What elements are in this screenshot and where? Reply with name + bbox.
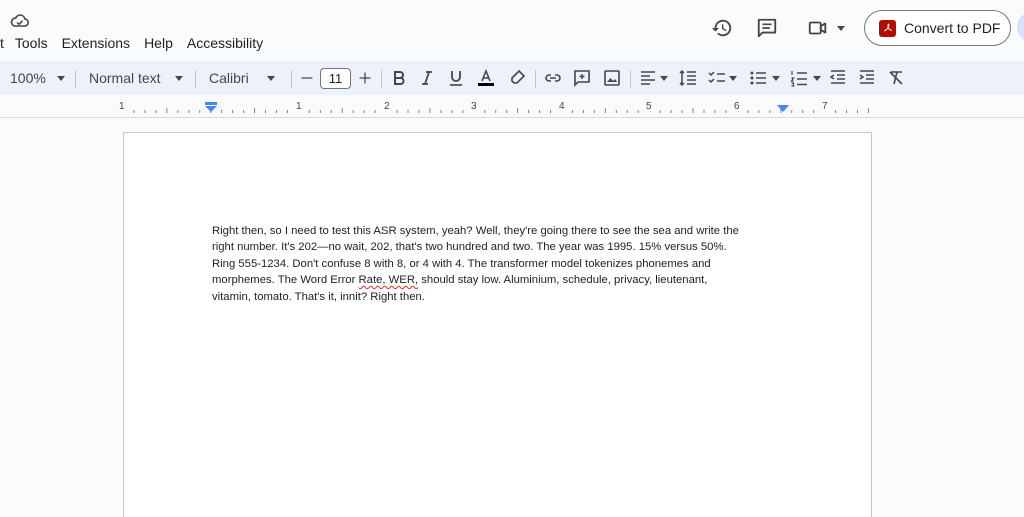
- chevron-down-icon: [837, 25, 845, 31]
- comment-icon: [757, 18, 777, 38]
- paragraph-line: Ring 555-1234. Don't confuse 8 with 8, o…: [212, 257, 711, 270]
- insert-comment-button[interactable]: [573, 61, 591, 95]
- toolbar-divider: [75, 70, 76, 88]
- pdf-icon: [879, 19, 896, 37]
- menu-item-extensions[interactable]: Extensions: [62, 34, 130, 52]
- ruler-number: 1: [119, 101, 125, 112]
- minus-icon: [301, 77, 313, 79]
- text-run: morphemes. The Word Error: [212, 274, 359, 287]
- ruler-number: 3: [471, 101, 477, 112]
- chevron-down-icon: [266, 75, 275, 81]
- link-icon: [545, 74, 561, 82]
- highlight-icon: [511, 69, 526, 84]
- insert-image-button[interactable]: [603, 61, 621, 95]
- decrease-font-size-button[interactable]: [300, 61, 314, 95]
- bold-button[interactable]: [390, 61, 408, 95]
- text-run: should stay low. Aluminium, schedule, pr…: [418, 274, 708, 287]
- menu-item-edit[interactable]: t: [0, 34, 4, 52]
- text-color-icon: [478, 69, 494, 86]
- line-spacing-button[interactable]: [679, 61, 697, 95]
- add-comment-icon: [574, 70, 590, 87]
- increase-indent-button[interactable]: [858, 61, 876, 95]
- text-color-button[interactable]: [477, 61, 495, 95]
- checklist-button[interactable]: [708, 61, 737, 95]
- increase-font-size-button[interactable]: [358, 61, 372, 95]
- numbered-list-button[interactable]: [790, 61, 821, 95]
- paragraph-line: morphemes. The Word Error Rate, WER, sho…: [212, 272, 788, 288]
- formatting-toolbar: 100% Normal text Calibri 11: [0, 61, 1024, 95]
- horizontal-ruler[interactable]: 1 1 2 3 4 5 6 7: [0, 97, 1024, 118]
- style-select[interactable]: Normal text: [89, 61, 183, 95]
- decrease-indent-icon: [829, 70, 845, 84]
- highlight-button[interactable]: [508, 61, 526, 95]
- comments-button[interactable]: [753, 14, 781, 42]
- increase-indent-icon: [859, 70, 874, 84]
- insert-link-button[interactable]: [544, 61, 562, 95]
- style-value: Normal text: [89, 70, 161, 86]
- align-left-icon: [641, 71, 655, 85]
- bold-icon: [394, 71, 405, 85]
- left-indent-marker[interactable]: [204, 102, 218, 114]
- checklist-icon: [708, 71, 725, 84]
- cloud-icon[interactable]: [10, 13, 30, 29]
- chevron-down-icon: [813, 75, 821, 81]
- spellcheck-flagged-text[interactable]: Rate, WER,: [359, 274, 419, 286]
- ruler-ticks: [133, 108, 869, 113]
- avatar[interactable]: [1017, 12, 1024, 42]
- ruler-number: 1: [296, 101, 302, 112]
- zoom-value: 100%: [10, 70, 46, 86]
- ruler-number: 7: [822, 101, 828, 112]
- toolbar-divider: [630, 70, 631, 88]
- align-button[interactable]: [639, 61, 668, 95]
- line-spacing-icon: [679, 69, 696, 87]
- menu-item-accessibility[interactable]: Accessibility: [187, 34, 263, 52]
- chevron-down-icon: [772, 75, 780, 81]
- font-value: Calibri: [209, 70, 249, 86]
- paragraph-line: right number. It's 202—no wait, 202, tha…: [212, 241, 727, 254]
- video-call-icon: [808, 21, 827, 35]
- right-indent-marker[interactable]: [776, 104, 790, 114]
- toolbar-divider: [381, 70, 382, 88]
- chevron-down-icon: [56, 75, 65, 81]
- menu-bar: t Tools Extensions Help Accessibility: [0, 34, 277, 52]
- meet-button[interactable]: [804, 14, 848, 42]
- toolbar-divider: [535, 70, 536, 88]
- history-icon: [711, 19, 732, 37]
- menu-item-tools[interactable]: Tools: [15, 34, 48, 52]
- ruler-number: 6: [734, 101, 740, 112]
- clear-formatting-button[interactable]: [887, 61, 905, 95]
- menu-item-help[interactable]: Help: [144, 34, 173, 52]
- ruler-number: 4: [559, 101, 565, 112]
- convert-to-pdf-label: Convert to PDF: [904, 20, 1001, 36]
- plus-icon: [359, 72, 371, 84]
- italic-icon: [422, 71, 432, 85]
- ruler-number: 2: [384, 101, 390, 112]
- chevron-down-icon: [174, 75, 183, 81]
- toolbar-divider: [291, 70, 292, 88]
- clear-formatting-icon: [889, 71, 903, 85]
- convert-to-pdf-button[interactable]: Convert to PDF: [864, 10, 1011, 46]
- underline-button[interactable]: [447, 61, 465, 95]
- image-icon: [604, 70, 620, 86]
- document-page[interactable]: Right then, so I need to test this ASR s…: [123, 132, 872, 517]
- header: t Tools Extensions Help Accessibility Co…: [0, 0, 1024, 60]
- decrease-indent-button[interactable]: [829, 61, 847, 95]
- ruler-number: 5: [646, 101, 652, 112]
- paragraph-line: vitamin, tomato. That's it, innit? Right…: [212, 290, 425, 303]
- bulleted-list-icon: [750, 71, 766, 85]
- chevron-down-icon: [660, 75, 668, 81]
- toolbar-divider: [195, 70, 196, 88]
- underline-icon: [450, 71, 462, 86]
- bulleted-list-button[interactable]: [749, 61, 780, 95]
- version-history-button[interactable]: [708, 14, 736, 42]
- paragraph-line: Right then, so I need to test this ASR s…: [212, 225, 739, 237]
- font-select[interactable]: Calibri: [209, 61, 275, 95]
- chevron-down-icon: [729, 75, 737, 81]
- document-body[interactable]: Right then, so I need to test this ASR s…: [212, 223, 788, 305]
- italic-button[interactable]: [418, 61, 436, 95]
- numbered-list-icon: [790, 71, 807, 87]
- zoom-select[interactable]: 100%: [10, 61, 65, 95]
- font-size-input[interactable]: 11: [320, 68, 351, 89]
